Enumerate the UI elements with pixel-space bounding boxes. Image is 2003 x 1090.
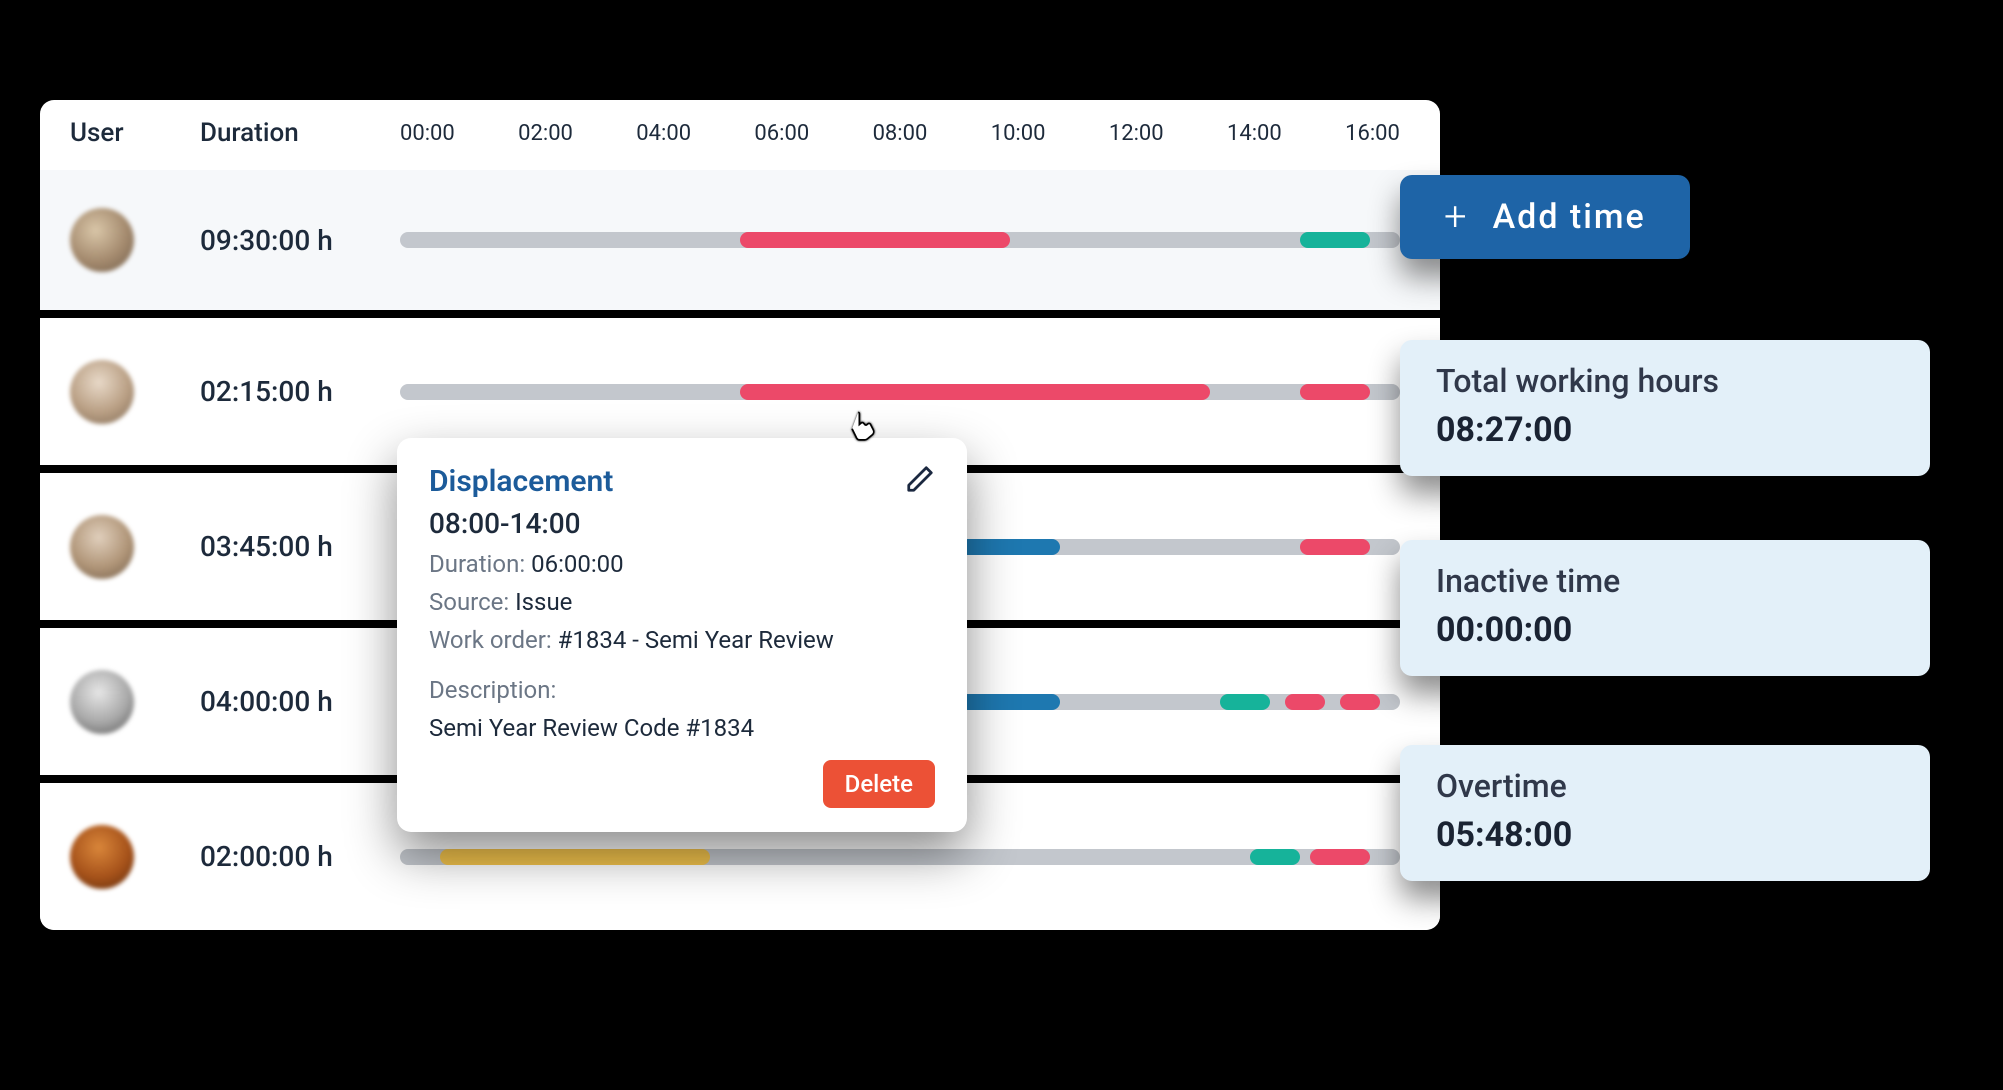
popover-duration-label: Duration: [429,550,525,578]
user-cell [70,670,200,734]
stat-card-inactive-time: Inactive time 00:00:00 [1400,540,1930,676]
table-row: 09:30:00 h [40,170,1440,310]
avatar [70,825,134,889]
duration-cell: 02:15:00 h [200,375,400,408]
time-segment[interactable] [960,694,1060,710]
plus-icon: + [1444,197,1469,237]
time-segment[interactable] [1285,694,1325,710]
duration-cell: 03:45:00 h [200,530,400,563]
time-segment[interactable] [740,384,1210,400]
tick-label: 08:00 [873,121,928,146]
avatar [70,515,134,579]
tick-label: 04:00 [636,121,691,146]
tick-label: 16:00 [1345,121,1400,146]
time-segment[interactable] [1300,539,1370,555]
stat-card-total-hours: Total working hours 08:27:00 [1400,340,1930,476]
edit-icon[interactable] [905,464,935,498]
user-cell [70,208,200,272]
popover-title: Displacement [429,464,613,499]
tick-label: 00:00 [400,121,455,146]
stat-value: 00:00:00 [1436,610,1894,650]
duration-cell: 04:00:00 h [200,685,400,718]
avatar [70,670,134,734]
user-cell [70,825,200,889]
time-segment[interactable] [1220,694,1270,710]
add-time-button[interactable]: + Add time [1400,175,1690,259]
tick-label: 02:00 [518,121,573,146]
time-segment[interactable] [740,232,1010,248]
pointer-cursor-icon [848,410,878,448]
timeline-track[interactable] [400,849,1400,865]
user-cell [70,360,200,424]
timeline-ticks: 00:00 02:00 04:00 06:00 08:00 10:00 12:0… [400,121,1410,146]
timeline-cell [400,849,1410,865]
timeline-track[interactable] [400,384,1400,400]
stat-value: 05:48:00 [1436,815,1894,855]
tick-label: 14:00 [1227,121,1282,146]
timesheet-header: User Duration 00:00 02:00 04:00 06:00 08… [40,100,1440,170]
popover-duration-value: 06:00:00 [531,550,624,578]
column-header-duration: Duration [200,118,400,148]
time-segment[interactable] [1310,849,1370,865]
popover-description-value: Semi Year Review Code #1834 [429,714,935,742]
delete-button[interactable]: Delete [823,760,935,808]
popover-source-value: Issue [515,588,572,616]
popover-workorder-label: Work order: [429,626,552,654]
popover-time-range: 08:00-14:00 [429,507,935,540]
popover-description-label: Description: [429,676,935,704]
stat-value: 08:27:00 [1436,410,1894,450]
tick-label: 12:00 [1109,121,1164,146]
time-segment[interactable] [440,849,710,865]
avatar [70,208,134,272]
tick-label: 10:00 [991,121,1046,146]
popover-source-label: Source: [429,588,509,616]
segment-popover: Displacement 08:00-14:00 Duration: 06:00… [397,438,967,832]
time-segment[interactable] [1300,232,1370,248]
timeline-cell [400,384,1410,400]
avatar [70,360,134,424]
tick-label: 06:00 [754,121,809,146]
stat-card-overtime: Overtime 05:48:00 [1400,745,1930,881]
stat-label: Inactive time [1436,562,1894,600]
timeline-cell [400,232,1410,248]
time-segment[interactable] [1250,849,1300,865]
time-segment[interactable] [1300,384,1370,400]
duration-cell: 09:30:00 h [200,224,400,257]
popover-workorder-value: #1834 - Semi Year Review [558,626,834,654]
user-cell [70,515,200,579]
add-time-label: Add time [1493,197,1646,237]
duration-cell: 02:00:00 h [200,840,400,873]
column-header-user: User [70,118,200,148]
time-segment[interactable] [960,539,1060,555]
time-segment[interactable] [1340,694,1380,710]
timeline-track[interactable] [400,232,1400,248]
stat-label: Overtime [1436,767,1894,805]
stat-label: Total working hours [1436,362,1894,400]
